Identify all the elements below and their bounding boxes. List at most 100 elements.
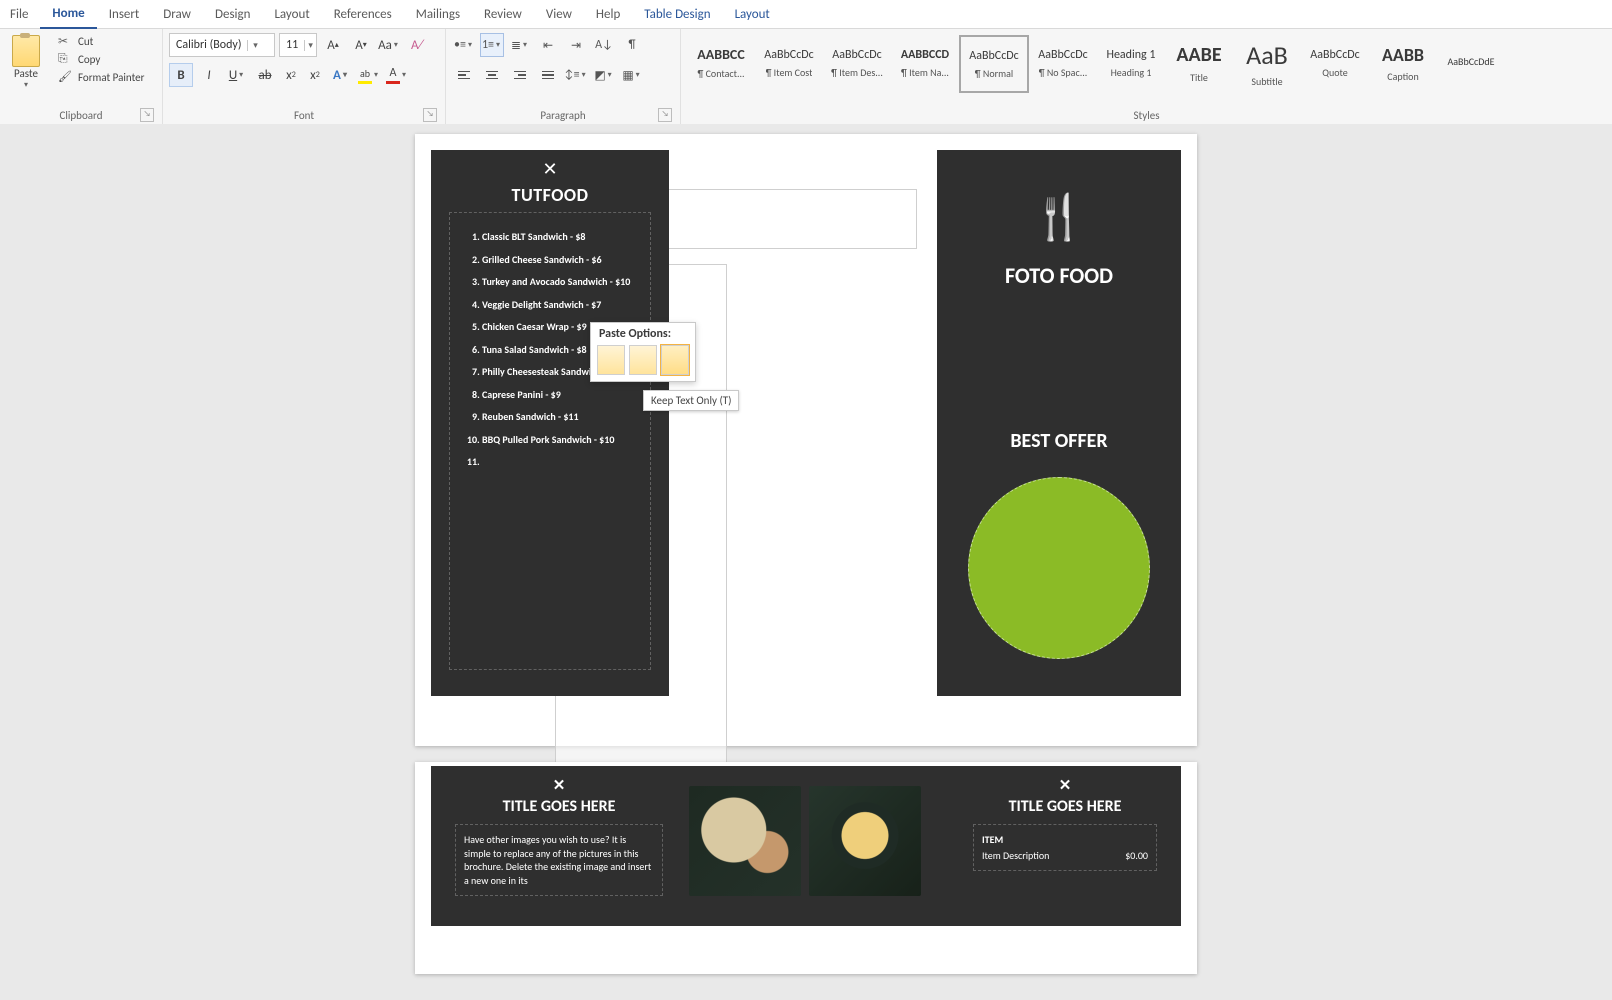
menu-item[interactable]: BBQ Pulled Pork Sandwich - $10: [482, 432, 632, 448]
align-right-button[interactable]: [508, 63, 532, 87]
menu-item[interactable]: Turkey and Avocado Sandwich - $10: [482, 274, 632, 290]
group-paragraph: •≡▾ 1≡▾ ≣▾ ⇤ ⇥ A↓ ¶ ↕≡▾ ◩▾ ▦▾: [446, 29, 681, 125]
tab-home[interactable]: Home: [40, 0, 96, 29]
style-name-label: Caption: [1387, 70, 1418, 83]
style-preview: AaBbCcDdE: [1447, 55, 1494, 68]
tab-design[interactable]: Design: [203, 0, 262, 28]
tab-layout[interactable]: Layout: [262, 0, 321, 28]
tab-help[interactable]: Help: [584, 0, 632, 28]
tab-references[interactable]: References: [322, 0, 404, 28]
menu-item[interactable]: Caprese Panini - $9: [482, 387, 632, 403]
copy-label: Copy: [78, 53, 100, 66]
chevron-down-icon[interactable]: ▾: [22, 80, 30, 90]
style-item[interactable]: AABETitle: [1165, 35, 1233, 91]
brochure-right-panel[interactable]: 🍴 FOTO FOOD BEST OFFER: [937, 150, 1181, 696]
style-item[interactable]: AaBbCcDcQuote: [1301, 35, 1369, 91]
ribbon-tabs: File Home Insert Draw Design Layout Refe…: [0, 0, 1612, 29]
highlight-button[interactable]: ab▾: [357, 63, 381, 87]
align-left-button[interactable]: [452, 63, 476, 87]
tab-file[interactable]: File: [6, 0, 40, 28]
brochure-left-panel[interactable]: ✕ TUTFOOD Classic BLT Sandwich - $8Grill…: [431, 150, 669, 696]
styles-gallery[interactable]: AABBCC¶ Contact...AaBbCcDc¶ Item CostAaB…: [687, 33, 1606, 95]
style-item[interactable]: AABBCC¶ Contact...: [687, 35, 755, 91]
inside-right-textbox[interactable]: ITEM Item Description $0.00: [973, 824, 1157, 871]
inside-right-column[interactable]: ✕TITLE GOES HERE ITEM Item Description $…: [965, 772, 1165, 871]
borders-button[interactable]: ▦▾: [620, 63, 644, 87]
tab-draw[interactable]: Draw: [151, 0, 203, 28]
multilevel-list-button[interactable]: ≣▾: [508, 33, 532, 57]
line-spacing-button[interactable]: ↕≡▾: [564, 63, 588, 87]
cut-button[interactable]: Cut: [54, 33, 148, 49]
style-item[interactable]: AABBCaption: [1369, 35, 1437, 91]
style-item[interactable]: Heading 1Heading 1: [1097, 35, 1165, 91]
font-color-button[interactable]: A▾: [385, 63, 409, 87]
align-center-button[interactable]: [480, 63, 504, 87]
style-item[interactable]: AaBbCcDc¶ Item Des...: [823, 35, 891, 91]
subscript-button[interactable]: x2: [281, 63, 301, 87]
style-item[interactable]: AaBbCcDdE: [1437, 35, 1505, 91]
paste-merge-formatting-button[interactable]: [629, 345, 657, 375]
paste-button[interactable]: Paste ▾: [6, 33, 46, 90]
tab-table-design[interactable]: Table Design: [632, 0, 722, 28]
document-canvas[interactable]: ✕ TUTFOOD Classic BLT Sandwich - $8Grill…: [0, 124, 1612, 1000]
font-name-combo[interactable]: Calibri (Body)▾: [169, 33, 275, 57]
paste-icon: [12, 35, 40, 67]
dialog-launcher-icon[interactable]: ↘: [140, 108, 154, 122]
menu-textbox[interactable]: Classic BLT Sandwich - $8 Grilled Cheese …: [449, 212, 651, 670]
menu-item[interactable]: Grilled Cheese Sandwich - $6: [482, 252, 632, 268]
paste-text-only-button[interactable]: [661, 345, 689, 375]
decrease-indent-button[interactable]: ⇤: [536, 33, 560, 57]
food-image-1[interactable]: [689, 786, 801, 896]
tab-review[interactable]: Review: [472, 0, 534, 28]
group-title-paragraph: Paragraph↘: [452, 107, 674, 125]
shading-button[interactable]: ◩▾: [592, 63, 616, 87]
text-effects-button[interactable]: A▾: [329, 63, 353, 87]
superscript-button[interactable]: x2: [305, 63, 325, 87]
dialog-launcher-icon[interactable]: ↘: [423, 108, 437, 122]
justify-button[interactable]: [536, 63, 560, 87]
style-item[interactable]: AaBbCcDc¶ Normal: [959, 35, 1029, 93]
grow-font-button[interactable]: A▴: [321, 33, 345, 57]
strikethrough-button[interactable]: ab: [253, 63, 277, 87]
format-painter-button[interactable]: Format Painter: [54, 69, 148, 85]
chevron-down-icon[interactable]: ▾: [304, 40, 316, 51]
show-marks-button[interactable]: ¶: [620, 33, 644, 57]
style-item[interactable]: AABBCCD¶ Item Na...: [891, 35, 959, 91]
menu-item[interactable]: [482, 454, 632, 470]
numbering-button[interactable]: 1≡▾: [480, 33, 504, 57]
tab-mailings[interactable]: Mailings: [404, 0, 472, 28]
copy-button[interactable]: Copy: [54, 51, 148, 67]
font-name-value: Calibri (Body): [170, 38, 247, 52]
inside-left-textbox[interactable]: Have other images you wish to use? It is…: [455, 824, 663, 896]
image-placeholder-circle[interactable]: [968, 477, 1150, 659]
menu-item[interactable]: Reuben Sandwich - $11: [482, 409, 632, 425]
italic-button[interactable]: I: [197, 63, 221, 87]
font-size-combo[interactable]: 11▾: [279, 33, 317, 57]
tab-insert[interactable]: Insert: [97, 0, 152, 28]
inside-left-column[interactable]: ✕TITLE GOES HERE Have other images you w…: [447, 772, 671, 896]
dialog-launcher-icon[interactable]: ↘: [658, 108, 672, 122]
bold-button[interactable]: B: [169, 63, 193, 87]
utensils-icon: ✕: [447, 776, 671, 795]
menu-item[interactable]: Veggie Delight Sandwich - $7: [482, 297, 632, 313]
menu-item[interactable]: Classic BLT Sandwich - $8: [482, 229, 632, 245]
style-item[interactable]: AaBbCcDc¶ Item Cost: [755, 35, 823, 91]
bullets-button[interactable]: •≡▾: [452, 33, 476, 57]
shrink-font-button[interactable]: A▾: [349, 33, 373, 57]
food-image-2[interactable]: [809, 786, 921, 896]
paste-keep-source-button[interactable]: [597, 345, 625, 375]
tab-table-layout[interactable]: Layout: [723, 0, 782, 28]
fork-knife-icon: 🍴: [1032, 190, 1087, 244]
change-case-button[interactable]: Aa▾: [377, 33, 401, 57]
underline-button[interactable]: U▾: [225, 63, 249, 87]
style-name-label: ¶ Item Na...: [901, 66, 949, 79]
chevron-down-icon[interactable]: ▾: [247, 40, 262, 51]
sort-button[interactable]: A↓: [592, 33, 616, 57]
increase-indent-button[interactable]: ⇥: [564, 33, 588, 57]
group-clipboard: Paste ▾ Cut Copy Format Painter Clipboar…: [0, 29, 163, 125]
page-2: ✕TITLE GOES HERE Have other images you w…: [415, 762, 1197, 974]
tab-view[interactable]: View: [534, 0, 584, 28]
style-item[interactable]: AaBSubtitle: [1233, 35, 1301, 91]
clear-formatting-button[interactable]: A⁄: [405, 33, 429, 57]
style-item[interactable]: AaBbCcDc¶ No Spac...: [1029, 35, 1097, 91]
